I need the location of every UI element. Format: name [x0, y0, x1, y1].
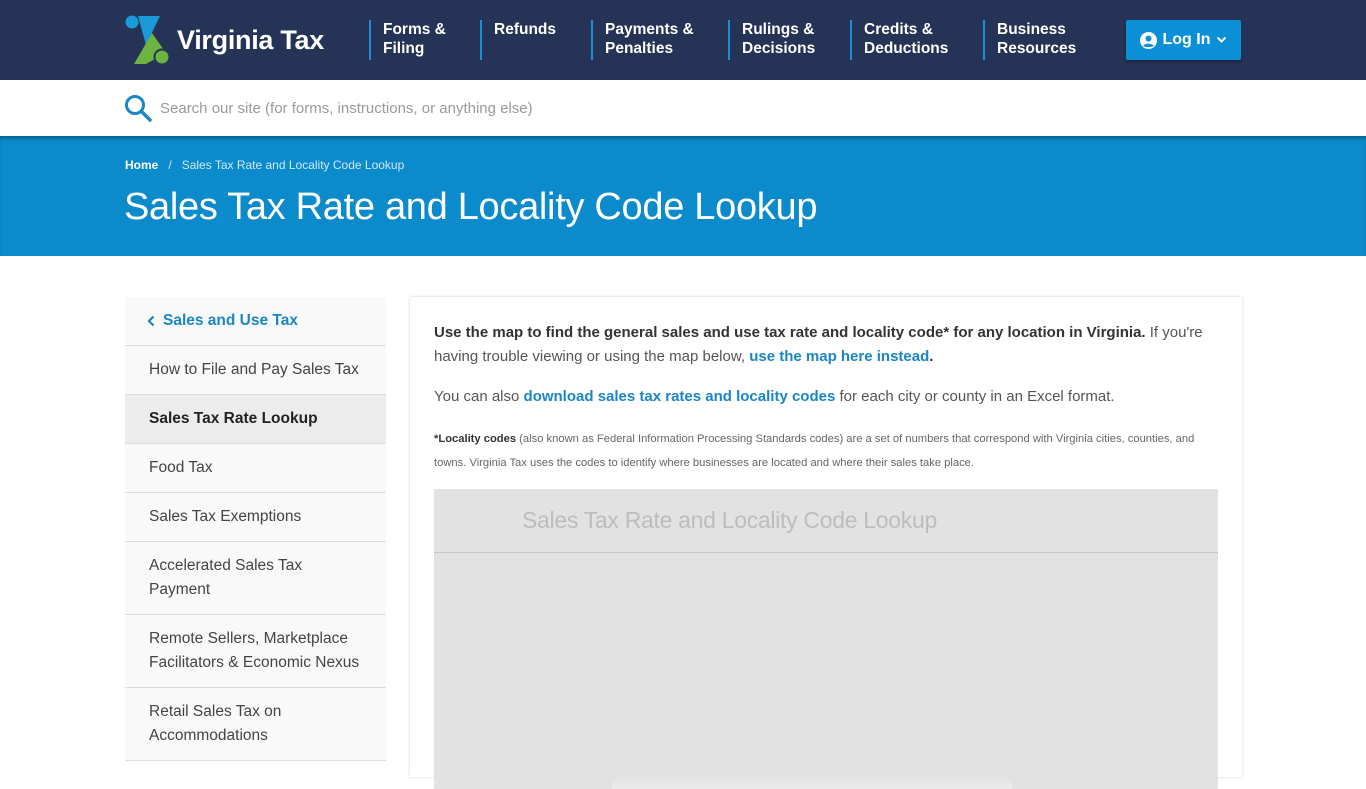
- breadcrumb: Home / Sales Tax Rate and Locality Code …: [125, 158, 404, 172]
- nav-refunds[interactable]: Refunds: [480, 20, 556, 60]
- chevron-left-icon: [147, 315, 155, 327]
- nav-label-line1: Refunds: [494, 21, 556, 38]
- download-prefix: You can also: [434, 388, 524, 405]
- nav-label-line1: Rulings &: [742, 21, 815, 38]
- intro-period: .: [929, 348, 934, 365]
- nav-label-line1: Payments &: [605, 21, 694, 38]
- alternate-map-link[interactable]: use the map here instead: [749, 348, 929, 365]
- nav-credits-deductions[interactable]: Credits & Deductions: [850, 20, 948, 60]
- nav-rulings-decisions[interactable]: Rulings & Decisions: [728, 20, 815, 60]
- map-loading-placeholder: [612, 775, 1012, 789]
- sidebar-item-exemptions[interactable]: Sales Tax Exemptions: [125, 493, 386, 542]
- sidebar-parent-label: Sales and Use Tax: [163, 312, 298, 329]
- nav-label-line2: Filing: [383, 40, 425, 57]
- sidebar-parent-link[interactable]: Sales and Use Tax: [125, 297, 386, 346]
- intro-bold-text: Use the map to find the general sales an…: [434, 324, 1146, 341]
- breadcrumb-separator: /: [168, 158, 172, 172]
- search-bar: [0, 80, 1366, 136]
- breadcrumb-current: Sales Tax Rate and Locality Code Lookup: [181, 158, 405, 172]
- virginia-tax-logo[interactable]: Virginia Tax: [124, 14, 324, 66]
- nav-label-line2: Decisions: [742, 40, 816, 57]
- breadcrumb-home-link[interactable]: Home: [125, 158, 158, 172]
- sidebar-item-rate-lookup[interactable]: Sales Tax Rate Lookup: [125, 395, 386, 444]
- sidebar-item-accommodations[interactable]: Retail Sales Tax on Accommodations: [125, 688, 386, 761]
- logo-text: Virginia Tax: [177, 24, 324, 55]
- nav-label-line1: Business: [997, 21, 1066, 38]
- intro-paragraph: Use the map to find the general sales an…: [434, 321, 1218, 369]
- sidebar-item-remote-sellers[interactable]: Remote Sellers, Marketplace Facilitators…: [125, 615, 386, 688]
- map-header: Sales Tax Rate and Locality Code Lookup: [434, 489, 1218, 553]
- top-navigation-bar: Virginia Tax Forms & Filing Refunds Paym…: [0, 0, 1366, 80]
- page-title: Sales Tax Rate and Locality Code Lookup: [124, 186, 818, 228]
- logo-mark-icon: [125, 15, 171, 65]
- search-input[interactable]: [160, 96, 860, 120]
- nav-business-resources[interactable]: Business Resources: [983, 20, 1076, 60]
- locality-codes-note: *Locality codes (also known as Federal I…: [434, 427, 1218, 475]
- page-hero: Home / Sales Tax Rate and Locality Code …: [0, 136, 1366, 256]
- login-label: Log In: [1162, 31, 1211, 48]
- login-button[interactable]: Log In: [1126, 20, 1241, 60]
- user-circle-icon: [1139, 31, 1157, 49]
- section-sidebar: Sales and Use Tax How to File and Pay Sa…: [125, 297, 386, 761]
- nav-label-line1: Credits &: [864, 21, 933, 38]
- nav-label-line1: Forms &: [383, 21, 446, 38]
- nav-payments-penalties[interactable]: Payments & Penalties: [591, 20, 694, 60]
- note-bold-text: *Locality codes: [434, 433, 517, 445]
- nav-label-line2: Resources: [997, 40, 1077, 57]
- download-rates-link[interactable]: download sales tax rates and locality co…: [524, 388, 836, 405]
- main-content-card: Use the map to find the general sales an…: [410, 297, 1242, 789]
- search-icon[interactable]: [124, 94, 152, 122]
- tax-rate-map-embed[interactable]: Sales Tax Rate and Locality Code Lookup: [434, 489, 1218, 789]
- chevron-down-icon: [1217, 36, 1227, 43]
- sidebar-item-accelerated-payment[interactable]: Accelerated Sales Tax Payment: [125, 542, 386, 615]
- nav-label-line2: Penalties: [605, 40, 674, 57]
- note-text: (also known as Federal Information Proce…: [434, 433, 1195, 469]
- nav-label-line2: Deductions: [864, 40, 949, 57]
- map-title: Sales Tax Rate and Locality Code Lookup: [522, 507, 937, 533]
- download-paragraph: You can also download sales tax rates an…: [434, 385, 1218, 409]
- sidebar-item-how-to-file[interactable]: How to File and Pay Sales Tax: [125, 346, 386, 395]
- nav-forms-filing[interactable]: Forms & Filing: [369, 20, 446, 60]
- sidebar-item-food-tax[interactable]: Food Tax: [125, 444, 386, 493]
- download-suffix: for each city or county in an Excel form…: [835, 388, 1115, 405]
